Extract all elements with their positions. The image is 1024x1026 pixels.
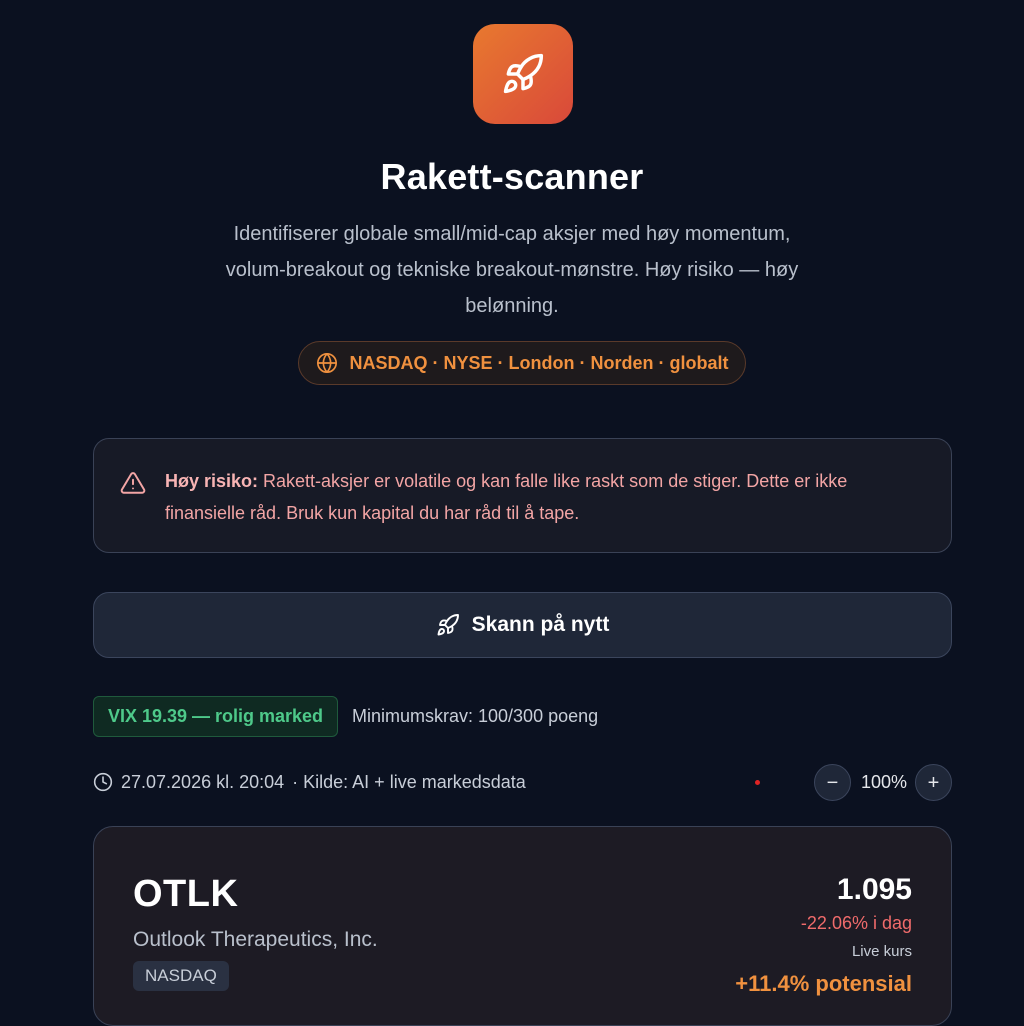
risk-warning-body: Rakett-aksjer er volatile og kan falle l… <box>165 471 848 523</box>
app-logo-rocket-icon <box>473 24 573 124</box>
minus-icon: − <box>826 771 839 794</box>
scan-meta: 27.07.2026 kl. 20:04 · Kilde: AI + live … <box>93 770 526 794</box>
stock-daily-change: -22.06% i dag <box>800 913 912 933</box>
stock-potential: +11.4% potensial <box>735 971 912 996</box>
markets-badge: NASDAQ · NYSE · London · Norden · global… <box>298 341 746 385</box>
stock-company: Outlook Therapeutics, Inc. <box>133 928 378 951</box>
rescan-button-label: Skann på nytt <box>471 613 610 636</box>
stock-ticker: OTLK <box>133 873 239 915</box>
vix-badge: VIX 19.39 — rolig marked <box>93 696 338 737</box>
zoom-in-button[interactable]: + <box>915 764 952 801</box>
risk-warning-box: Høy risiko: Rakett-aksjer er volatile og… <box>93 438 952 553</box>
rescan-button[interactable]: Skann på nytt <box>93 592 952 658</box>
rocket-icon <box>437 614 459 636</box>
clock-icon <box>93 772 113 792</box>
stock-exchange-badge: NASDAQ <box>133 961 229 991</box>
page-title: Rakett-scanner <box>380 156 644 197</box>
markets-label: NASDAQ · NYSE · London · Norden · global… <box>349 352 729 373</box>
data-source: · Kilde: AI + live markedsdata <box>292 771 526 792</box>
stock-card[interactable]: OTLK Outlook Therapeutics, Inc. NASDAQ 1… <box>93 826 952 1026</box>
plus-icon: + <box>927 771 940 794</box>
zoom-level: 100% <box>860 772 908 792</box>
risk-warning-label: Høy risiko: <box>165 471 259 491</box>
live-indicator-dot <box>755 780 760 785</box>
zoom-out-button[interactable]: − <box>814 764 851 801</box>
globe-icon <box>316 353 337 373</box>
risk-warning-text: Høy risiko: Rakett-aksjer er volatile og… <box>165 465 925 529</box>
stock-price-label: Live kurs <box>851 943 912 960</box>
scan-timestamp: 27.07.2026 kl. 20:04 <box>121 771 285 792</box>
min-requirement-text: Minimumskrav: 100/300 poeng <box>352 706 599 726</box>
page-subtitle: Identifiserer globale small/mid-cap aksj… <box>225 223 799 317</box>
warning-triangle-icon <box>120 472 146 494</box>
stock-price: 1.095 <box>836 873 912 906</box>
